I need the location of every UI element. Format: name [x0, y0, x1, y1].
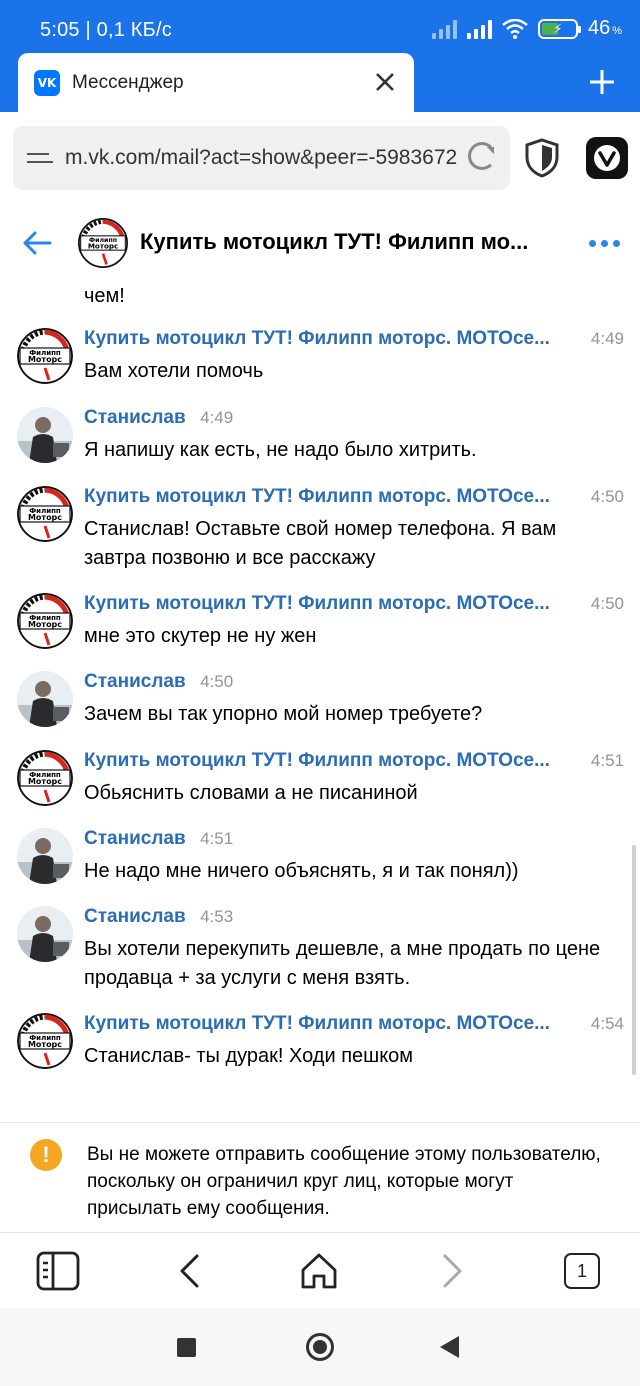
group-avatar[interactable]: Филипп Моторс [17, 486, 73, 542]
status-time: 5:05 | 0,1 КБ/с [40, 19, 172, 41]
vivaldi-icon[interactable] [586, 137, 628, 179]
message-author[interactable]: Купить мотоцикл ТУТ! Филипп моторс. МОТО… [84, 593, 550, 615]
message-author[interactable]: Станислав [84, 828, 186, 850]
address-bar[interactable]: m.vk.com/mail?act=show&peer=-59836726 [13, 126, 510, 190]
vk-logo: VK [34, 69, 60, 96]
message-text: Станислав! Оставьте свой номер телефона.… [84, 518, 557, 569]
chat-header: Филипп Моторс Купить мотоцикл ТУТ! Филип… [0, 204, 640, 282]
browser-tab[interactable]: VK Мессенджер [18, 53, 414, 112]
status-icons: ⚡ 46% [431, 17, 622, 40]
group-avatar[interactable]: Филипп Моторс [17, 750, 73, 806]
chat-title: Купить мотоцикл ТУТ! Филипп мо... [140, 229, 529, 254]
signal-icon [431, 19, 457, 39]
reload-icon[interactable] [468, 142, 496, 170]
forward-icon [428, 1247, 476, 1295]
tabs-icon[interactable]: 1 [558, 1247, 606, 1295]
message-text: Не надо мне ничего объяснять, я и так по… [84, 860, 519, 882]
address-bar-area: m.vk.com/mail?act=show&peer=-59836726 [0, 112, 640, 204]
close-icon[interactable] [370, 67, 400, 97]
avatar-caption-bottom: Моторс [28, 1040, 62, 1049]
wifi-icon [502, 18, 528, 39]
message-text: Станислав- ты дурак! Ходи пешком [84, 1045, 414, 1067]
url-field[interactable]: m.vk.com/mail?act=show&peer=-59836726 [65, 146, 457, 170]
more-icon[interactable] [589, 240, 620, 247]
message-partial-text: чем! [84, 285, 125, 307]
shield-icon[interactable] [524, 138, 560, 178]
message-time: 4:51 [200, 829, 234, 848]
avatar-caption-bottom: Моторс [28, 513, 62, 522]
message-text: Обьяснить словами а не писаниной [84, 782, 418, 804]
message-time: 4:50 [590, 487, 624, 506]
home-icon[interactable] [295, 1247, 343, 1295]
battery-icon: ⚡ [537, 18, 581, 39]
tab-title: Мессенджер [72, 71, 184, 93]
message-time: 4:54 [590, 1014, 624, 1033]
message-time: 4:51 [590, 751, 624, 770]
message-author[interactable]: Купить мотоцикл ТУТ! Филипп моторс. МОТО… [84, 328, 550, 350]
plus-icon[interactable] [584, 64, 620, 100]
avatar-caption-bottom: Моторс [28, 355, 62, 364]
avatar-caption-bottom: Моторс [88, 241, 118, 250]
message-text: мне это скутер не ну жен [84, 625, 317, 647]
site-settings-icon[interactable] [27, 153, 53, 163]
notice-text: Вы не можете отправить сообщение этому п… [87, 1144, 601, 1219]
message-text: Зачем вы так упорно мой номер требуете? [84, 703, 483, 725]
recents-icon[interactable] [177, 1338, 196, 1357]
back-arrow-icon[interactable] [20, 226, 54, 260]
group-avatar[interactable]: Филипп Моторс [17, 328, 73, 384]
group-avatar[interactable]: Филипп Моторс [17, 593, 73, 649]
user-avatar[interactable] [17, 906, 73, 962]
status-bar: 5:05 | 0,1 КБ/с ⚡ 46% [0, 0, 640, 60]
message-author[interactable]: Купить мотоцикл ТУТ! Филипп моторс. МОТО… [84, 486, 550, 508]
message-author[interactable]: Купить мотоцикл ТУТ! Филипп моторс. МОТО… [84, 750, 550, 772]
avatar-caption-bottom: Моторс [28, 777, 62, 786]
browser-toolbar: 1 [0, 1232, 640, 1308]
cannot-send-notice: ! Вы не можете отправить сообщение этому… [0, 1122, 640, 1232]
message-author[interactable]: Купить мотоцикл ТУТ! Филипп моторс. МОТО… [84, 1013, 550, 1035]
message-text: Я напишу как есть, не надо было хитрить. [84, 439, 477, 461]
user-avatar[interactable] [17, 671, 73, 727]
panel-icon[interactable] [34, 1247, 82, 1295]
message-time: 4:49 [590, 329, 624, 348]
user-avatar[interactable] [17, 828, 73, 884]
browser-top-bar: 5:05 | 0,1 КБ/с ⚡ 46% VK Мессенджер [0, 0, 640, 112]
message-author[interactable]: Станислав [84, 906, 186, 928]
system-nav-bar [0, 1308, 640, 1386]
message-text: Вы хотели перекупить дешевле, а мне прод… [84, 938, 601, 989]
tabs-count: 1 [564, 1253, 600, 1289]
battery-percent: 46% [587, 17, 622, 39]
user-avatar[interactable] [17, 407, 73, 463]
message-time: 4:53 [200, 907, 234, 926]
system-back-icon[interactable] [440, 1336, 459, 1358]
group-avatar[interactable]: Филипп Моторс [17, 1013, 73, 1069]
message-author[interactable]: Станислав [84, 407, 186, 429]
group-avatar[interactable]: Филипп Моторс [78, 218, 128, 268]
avatar-caption-bottom: Моторс [28, 620, 62, 629]
signal-icon-2 [466, 19, 492, 39]
message-time: 4:50 [200, 672, 234, 691]
back-icon[interactable] [166, 1247, 214, 1295]
message-time: 4:50 [590, 594, 624, 613]
scrollbar[interactable] [632, 845, 636, 1075]
message-list: чем! Филипп Моторс Купить мотоцикл ТУТ! … [0, 282, 640, 1122]
message-text: Вам хотели помочь [84, 360, 264, 382]
warning-icon: ! [30, 1139, 62, 1171]
system-home-icon[interactable] [306, 1333, 334, 1361]
message-time: 4:49 [200, 408, 234, 427]
message-author[interactable]: Станислав [84, 671, 186, 693]
